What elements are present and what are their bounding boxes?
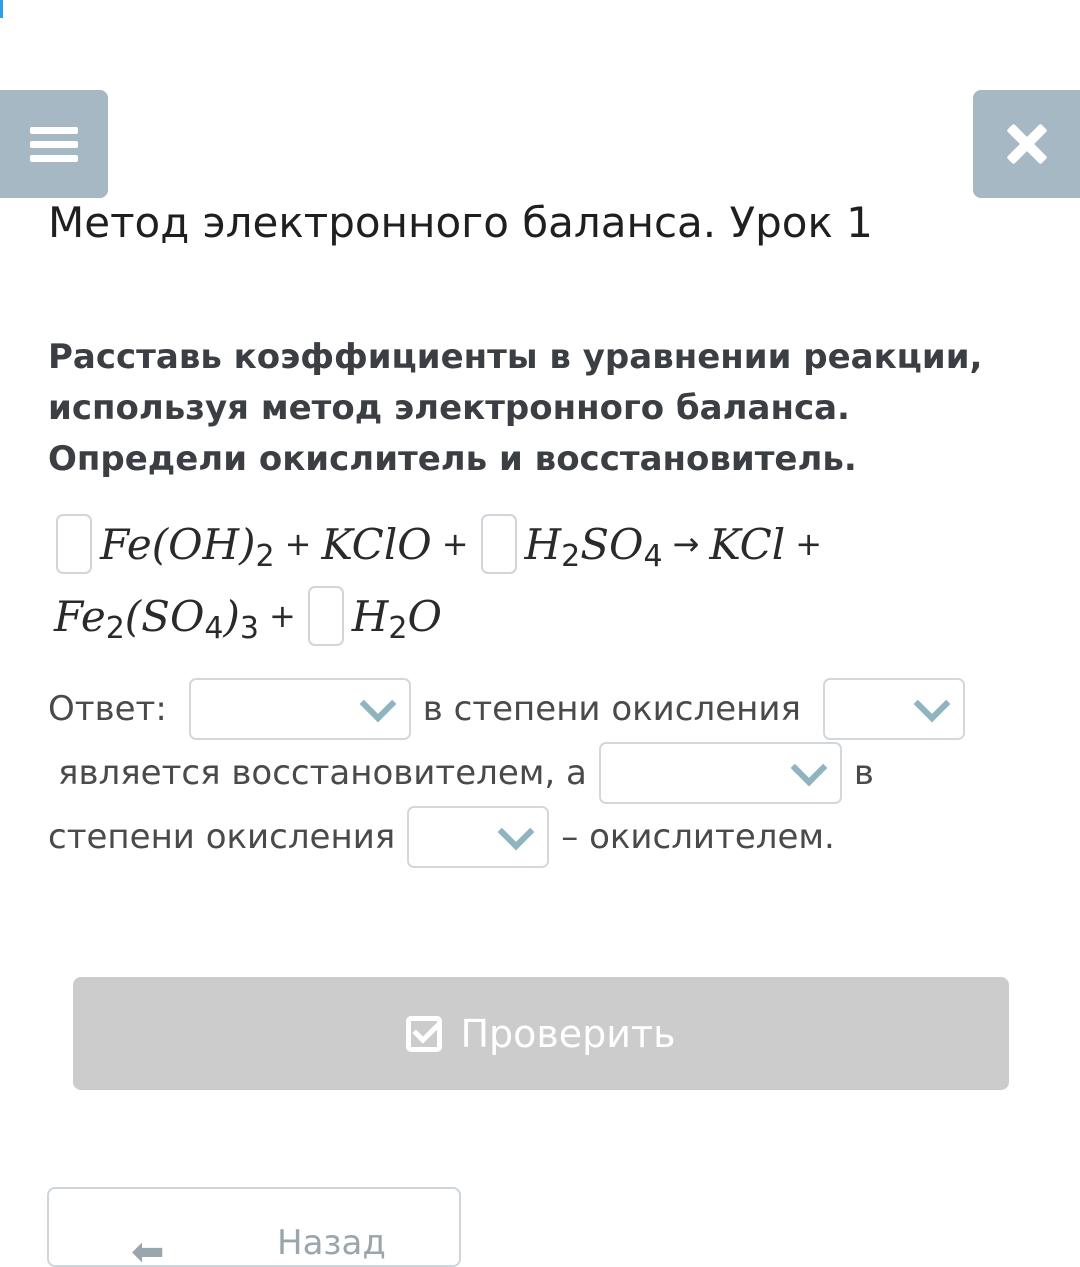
chevron-down-icon bbox=[790, 749, 828, 787]
page-title: Метод электронного баланса. Урок 1 bbox=[48, 198, 873, 247]
equation-line-1: Fe(OH) 2 + KClO + H 2 SO 4 → KCl + bbox=[54, 508, 1054, 580]
equation-term: H bbox=[351, 591, 389, 641]
coefficient-input-2[interactable] bbox=[480, 514, 517, 574]
answer-text-in: в bbox=[853, 753, 874, 793]
reducer-element-dropdown[interactable] bbox=[188, 678, 411, 740]
equation-plus: + bbox=[441, 525, 469, 563]
equation-term: KCl bbox=[709, 519, 786, 569]
oxidizer-oxidation-state-dropdown[interactable] bbox=[407, 806, 550, 868]
equation-term: ) bbox=[223, 591, 240, 641]
chevron-down-icon bbox=[497, 813, 535, 851]
equation-subscript: 4 bbox=[204, 610, 224, 646]
equation-term: (SO bbox=[124, 591, 205, 641]
equation-term: SO bbox=[580, 519, 644, 569]
back-button-label: Назад bbox=[277, 1223, 386, 1263]
equation-subscript: 3 bbox=[239, 610, 259, 646]
check-button[interactable]: Проверить bbox=[73, 977, 1009, 1090]
equation-plus: + bbox=[268, 597, 296, 635]
equation-subscript: 2 bbox=[255, 538, 275, 574]
equation-line-2: Fe 2 (SO 4) 3 + H2O bbox=[54, 580, 1054, 652]
answer-text-oxidation-state: в степени окисления bbox=[422, 689, 801, 729]
reducer-oxidation-state-dropdown[interactable] bbox=[822, 678, 965, 740]
answer-row-2: является восстановителем, а в bbox=[58, 742, 874, 804]
equation-term: O bbox=[407, 591, 442, 641]
chevron-down-icon bbox=[359, 685, 397, 723]
oxidizer-element-dropdown[interactable] bbox=[598, 742, 842, 804]
arrow-left-icon: ⬅ bbox=[131, 1229, 165, 1267]
answer-text-oxidation-state-2: степени окисления bbox=[48, 817, 396, 857]
equation-subscript: 2 bbox=[388, 610, 408, 646]
equation-term: KClO bbox=[321, 519, 432, 569]
equation-arrow: → bbox=[672, 525, 700, 563]
close-icon bbox=[1005, 122, 1049, 166]
equation-plus: + bbox=[284, 525, 312, 563]
chemical-equation: Fe(OH) 2 + KClO + H 2 SO 4 → KCl + Fe 2 (SO 4) 3… bbox=[54, 508, 1054, 652]
answer-text-reducer: является восстановителем, а bbox=[58, 753, 587, 793]
equation-term: Fe bbox=[54, 591, 106, 641]
answer-row-1: Ответ: в степени окисления bbox=[48, 678, 965, 740]
equation-term: Fe(OH) bbox=[100, 519, 256, 569]
hamburger-icon bbox=[30, 120, 78, 169]
chevron-down-icon bbox=[913, 685, 951, 723]
check-button-label: Проверить bbox=[460, 1011, 676, 1056]
equation-plus: + bbox=[795, 525, 822, 563]
equation-subscript: 4 bbox=[643, 538, 663, 574]
equation-subscript: 2 bbox=[105, 610, 125, 646]
coefficient-input-1[interactable] bbox=[56, 514, 92, 574]
close-button[interactable] bbox=[973, 90, 1080, 198]
equation-term: H bbox=[524, 519, 562, 569]
task-instructions: Расставь коэффициенты в уравнении реакци… bbox=[48, 337, 983, 479]
back-button[interactable]: ⬅ Назад bbox=[47, 1187, 461, 1267]
answer-text-oxidizer: – окислителем. bbox=[561, 817, 835, 857]
coefficient-input-3[interactable] bbox=[307, 586, 344, 646]
answer-label: Ответ: bbox=[48, 689, 167, 729]
menu-button[interactable] bbox=[0, 90, 108, 198]
equation-subscript: 2 bbox=[561, 538, 581, 574]
checkbox-icon bbox=[406, 1015, 443, 1052]
answer-row-3: степени окисления – окислителем. bbox=[48, 806, 835, 868]
top-accent-bar bbox=[0, 0, 3, 18]
